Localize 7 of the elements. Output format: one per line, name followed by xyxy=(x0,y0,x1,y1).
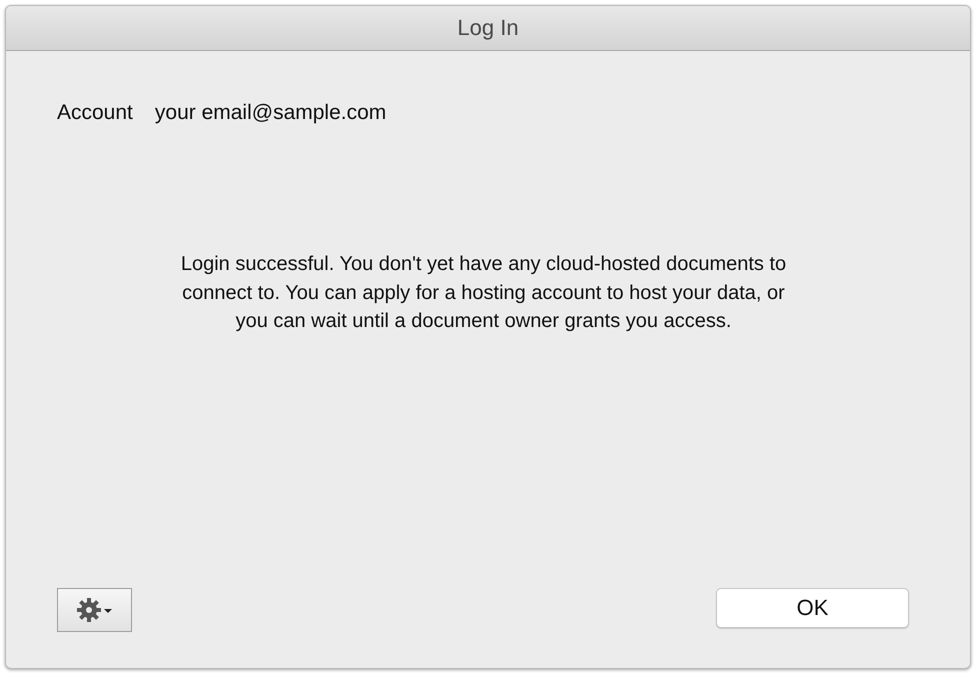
window-title: Log In xyxy=(457,15,519,41)
account-email: your email@sample.com xyxy=(154,101,386,125)
gear-icon xyxy=(76,596,114,624)
action-menu-button[interactable] xyxy=(57,588,132,632)
ok-button[interactable]: OK xyxy=(716,588,909,628)
account-label: Account xyxy=(57,101,133,125)
status-message: Login successful. You don't yet have any cloud-hosted documents to connect to. You can apply for a hosting account to host your data, or you can wait until a document owner grants you access. xyxy=(180,252,788,334)
